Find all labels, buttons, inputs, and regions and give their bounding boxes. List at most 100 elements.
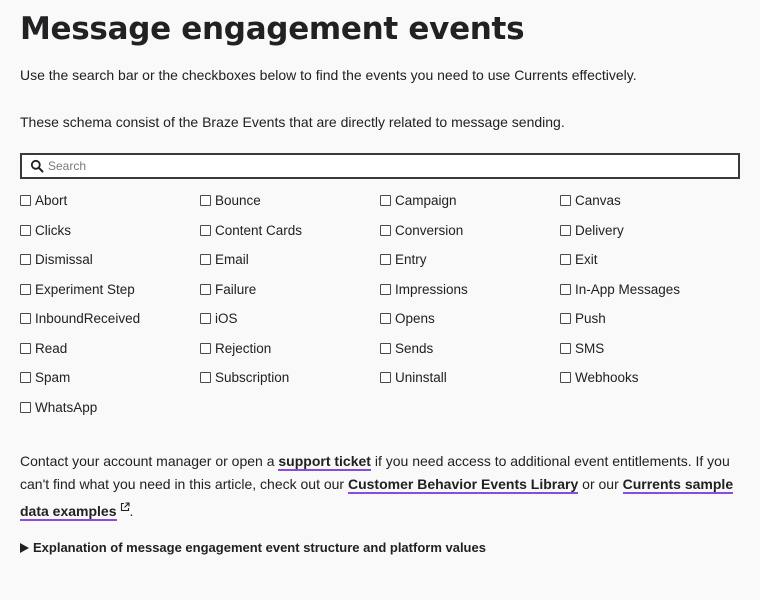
checkbox-box[interactable] [200, 371, 211, 383]
page-title: Message engagement events [20, 11, 525, 47]
checkbox-box[interactable] [20, 253, 31, 265]
checkbox-subscription[interactable]: Subscription [200, 367, 289, 387]
checkbox-label: Exit [575, 251, 598, 267]
checkbox-dismissal[interactable]: Dismissal [20, 249, 93, 269]
checkbox-inbound-received[interactable]: InboundReceived [20, 308, 140, 328]
checkbox-opens[interactable]: Opens [380, 308, 435, 328]
checkbox-delivery[interactable]: Delivery [560, 220, 624, 240]
checkbox-label: Opens [395, 310, 435, 326]
checkbox-box[interactable] [560, 253, 571, 265]
checkbox-label: InboundReceived [35, 310, 141, 326]
support-ticket-link[interactable]: support ticket [278, 453, 371, 471]
search-input[interactable] [48, 159, 708, 173]
checkbox-box[interactable] [380, 194, 391, 206]
checkbox-box[interactable] [20, 224, 31, 236]
checkbox-box[interactable] [200, 283, 211, 295]
intro-paragraph-schema: These schema consist of the Braze Events… [20, 114, 565, 130]
checkbox-sends[interactable]: Sends [380, 338, 433, 358]
checkbox-clicks[interactable]: Clicks [20, 220, 71, 240]
checkbox-label: Canvas [575, 192, 621, 208]
search-bar[interactable] [20, 153, 740, 179]
event-structure-details-toggle[interactable]: Explanation of message engagement event … [20, 540, 486, 555]
checkbox-read[interactable]: Read [20, 338, 67, 358]
contact-paragraph: Contact your account manager or open a s… [20, 450, 742, 523]
checkbox-box[interactable] [560, 194, 571, 206]
checkbox-label: Read [35, 340, 68, 356]
checkbox-label: Sends [395, 340, 434, 356]
checkbox-box[interactable] [560, 224, 571, 236]
checkbox-abort[interactable]: Abort [20, 190, 67, 210]
checkbox-box[interactable] [20, 283, 31, 295]
checkbox-push[interactable]: Push [560, 308, 606, 328]
checkbox-box[interactable] [200, 253, 211, 265]
checkbox-box[interactable] [20, 401, 31, 413]
checkbox-uninstall[interactable]: Uninstall [380, 367, 447, 387]
checkbox-sms[interactable]: SMS [560, 338, 604, 358]
checkbox-box[interactable] [380, 283, 391, 295]
checkbox-label: Spam [35, 369, 71, 385]
checkbox-label: Experiment Step [35, 281, 135, 297]
checkbox-content-cards[interactable]: Content Cards [200, 220, 302, 240]
checkbox-box[interactable] [20, 312, 31, 324]
checkbox-box[interactable] [560, 283, 571, 295]
checkbox-label: Clicks [35, 222, 71, 238]
checkbox-label: Content Cards [215, 222, 303, 238]
checkbox-label: WhatsApp [35, 399, 98, 415]
checkbox-label: SMS [575, 340, 605, 356]
checkbox-exit[interactable]: Exit [560, 249, 598, 269]
checkbox-spam[interactable]: Spam [20, 367, 70, 387]
checkbox-label: Bounce [215, 192, 261, 208]
checkbox-label: Failure [215, 281, 257, 297]
checkbox-box[interactable] [380, 342, 391, 354]
checkbox-box[interactable] [560, 312, 571, 324]
checkbox-impressions[interactable]: Impressions [380, 279, 468, 299]
checkbox-label: Webhooks [575, 369, 639, 385]
checkbox-entry[interactable]: Entry [380, 249, 427, 269]
checkbox-label: Impressions [395, 281, 468, 297]
contact-text-4: . [129, 503, 134, 519]
checkbox-label: Dismissal [35, 251, 93, 267]
checkbox-box[interactable] [200, 342, 211, 354]
checkbox-box[interactable] [200, 224, 211, 236]
checkbox-label: Abort [35, 192, 68, 208]
checkbox-label: Conversion [395, 222, 464, 238]
checkbox-label: Uninstall [395, 369, 447, 385]
checkbox-box[interactable] [200, 312, 211, 324]
external-link-icon [120, 496, 130, 512]
customer-behavior-events-library-link[interactable]: Customer Behavior Events Library [347, 476, 579, 494]
checkbox-canvas[interactable]: Canvas [560, 190, 621, 210]
checkbox-box[interactable] [380, 253, 391, 265]
checkbox-in-app-messages[interactable]: In-App Messages [560, 279, 680, 299]
checkbox-label: Campaign [395, 192, 457, 208]
checkbox-box[interactable] [380, 224, 391, 236]
checkbox-box[interactable] [20, 342, 31, 354]
checkbox-webhooks[interactable]: Webhooks [560, 367, 639, 387]
checkbox-box[interactable] [20, 371, 31, 383]
contact-text-1: Contact your account manager or open a [20, 453, 279, 469]
checkbox-box[interactable] [380, 371, 391, 383]
checkbox-label: Subscription [215, 369, 290, 385]
contact-text-3: or our [578, 476, 623, 492]
checkbox-label: Rejection [215, 340, 272, 356]
checkbox-label: Delivery [575, 222, 624, 238]
intro-paragraph-search: Use the search bar or the checkboxes bel… [20, 67, 637, 83]
checkbox-campaign[interactable]: Campaign [380, 190, 457, 210]
checkbox-box[interactable] [20, 194, 31, 206]
search-icon [30, 159, 44, 173]
checkbox-conversion[interactable]: Conversion [380, 220, 463, 240]
checkbox-bounce[interactable]: Bounce [200, 190, 261, 210]
checkbox-whatsapp[interactable]: WhatsApp [20, 397, 97, 417]
checkbox-label: Push [575, 310, 606, 326]
checkbox-box[interactable] [560, 371, 571, 383]
checkbox-label: Email [215, 251, 249, 267]
checkbox-box[interactable] [380, 312, 391, 324]
checkbox-box[interactable] [200, 194, 211, 206]
checkbox-failure[interactable]: Failure [200, 279, 256, 299]
checkbox-rejection[interactable]: Rejection [200, 338, 271, 358]
checkbox-ios[interactable]: iOS [200, 308, 238, 328]
checkbox-label: In-App Messages [575, 281, 681, 297]
checkbox-experiment-step[interactable]: Experiment Step [20, 279, 135, 299]
checkbox-label: Entry [395, 251, 427, 267]
checkbox-email[interactable]: Email [200, 249, 249, 269]
checkbox-box[interactable] [560, 342, 571, 354]
